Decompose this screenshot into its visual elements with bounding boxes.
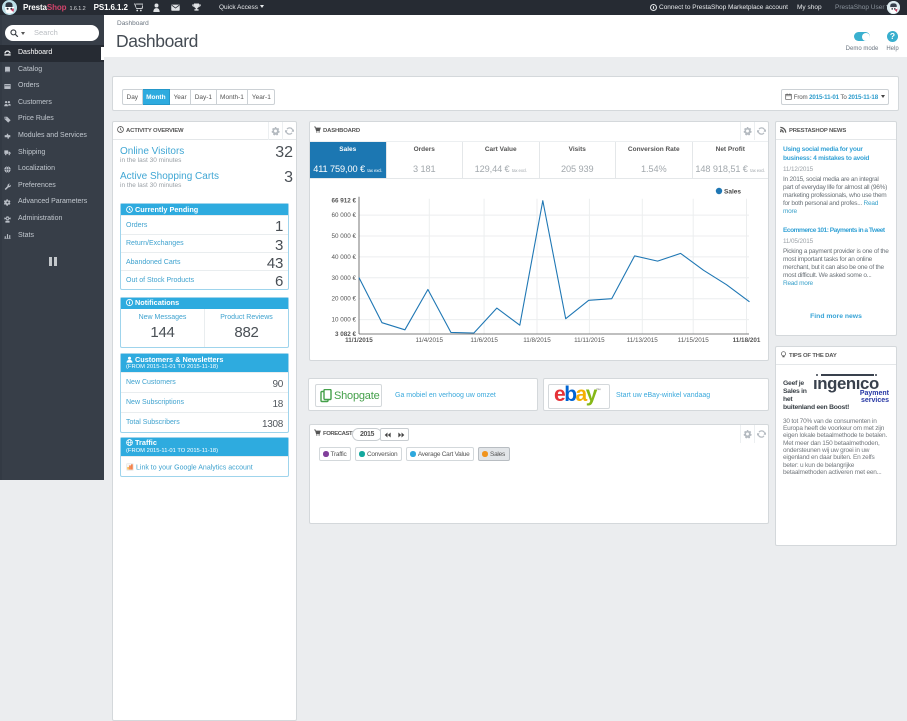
svg-text:11/4/2015: 11/4/2015 [416, 337, 444, 344]
svg-text:11/18/201: 11/18/201 [733, 337, 761, 344]
svg-text:20 000 €: 20 000 € [331, 296, 356, 303]
svg-text:11/6/2015: 11/6/2015 [470, 337, 498, 344]
svg-text:40 000 €: 40 000 € [331, 254, 356, 261]
svg-text:11/8/2015: 11/8/2015 [523, 337, 551, 344]
svg-text:50 000 €: 50 000 € [331, 233, 356, 240]
svg-text:30 000 €: 30 000 € [331, 275, 356, 282]
svg-text:11/1/2015: 11/1/2015 [345, 337, 373, 344]
svg-text:Sales: Sales [724, 189, 741, 196]
svg-text:60 000 €: 60 000 € [331, 212, 356, 219]
svg-text:11/11/2015: 11/11/2015 [574, 337, 605, 344]
svg-text:66 912 €: 66 912 € [331, 198, 356, 205]
svg-text:11/15/2015: 11/15/2015 [678, 337, 710, 344]
svg-text:11/13/2015: 11/13/2015 [627, 337, 659, 344]
svg-text:10 000 €: 10 000 € [331, 317, 356, 324]
